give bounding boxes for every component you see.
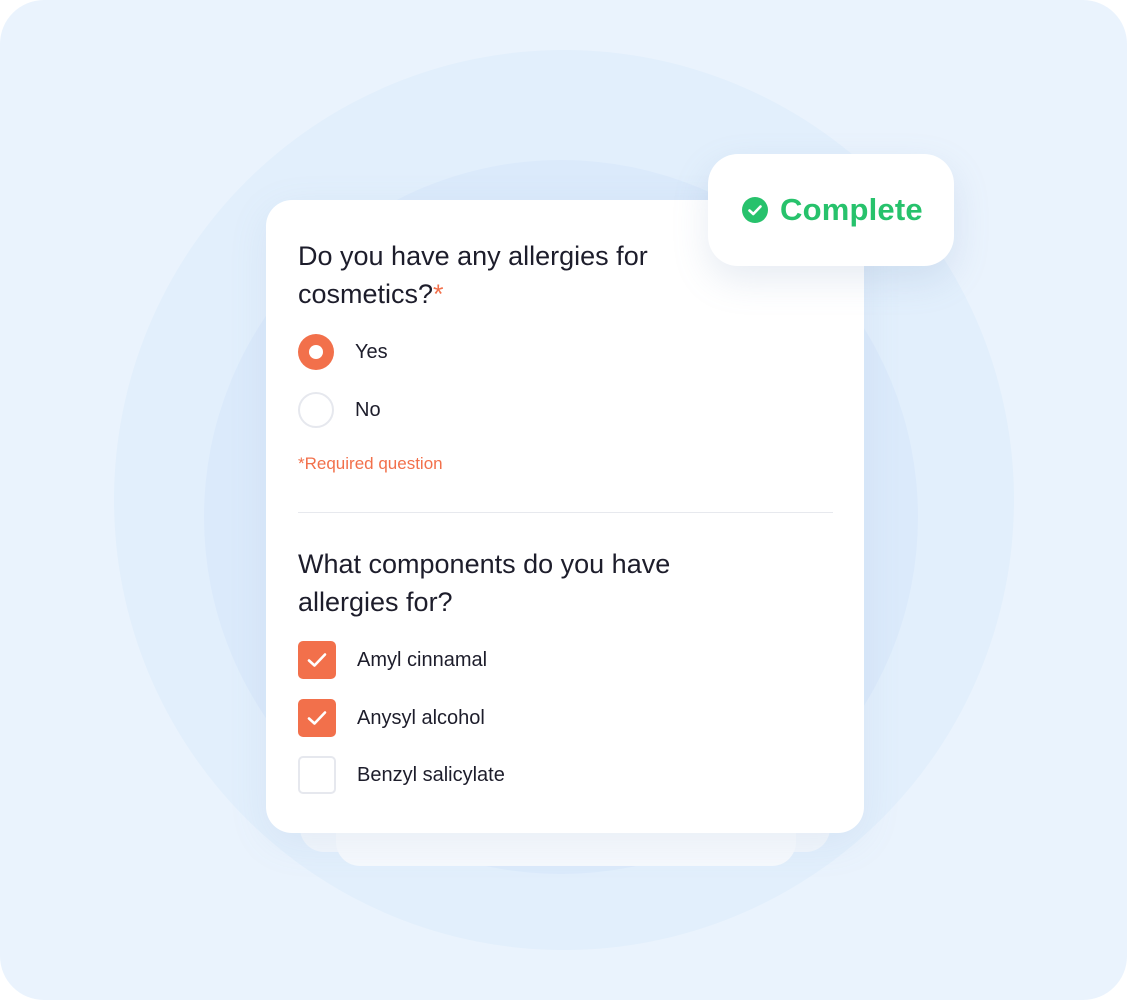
status-badge: Complete: [708, 154, 954, 266]
checkmark-icon: [307, 653, 327, 667]
question-2-title: What components do you have allergies fo…: [298, 549, 671, 617]
option-label: Benzyl salicylate: [357, 763, 505, 786]
radio-option-no[interactable]: No: [298, 391, 381, 429]
option-label: No: [355, 398, 381, 421]
option-label: Anysyl alcohol: [357, 706, 485, 729]
checkbox-checked[interactable]: [298, 641, 336, 679]
required-asterisk: *: [433, 279, 444, 309]
checkbox-option-anysyl-alcohol[interactable]: Anysyl alcohol: [298, 699, 485, 737]
background-panel: Do you have any allergies for cosmetics?…: [0, 0, 1127, 1000]
survey-card: Do you have any allergies for cosmetics?…: [266, 200, 864, 833]
checkbox-checked[interactable]: [298, 699, 336, 737]
radio-button-checked[interactable]: [298, 334, 334, 370]
section-divider: [298, 512, 833, 513]
radio-option-yes[interactable]: Yes: [298, 333, 388, 371]
checkbox-option-benzyl-salicylate[interactable]: Benzyl salicylate: [298, 756, 505, 794]
required-question-note: *Required question: [298, 454, 443, 473]
check-circle-icon: [742, 197, 768, 223]
checkmark-icon: [307, 711, 327, 725]
question-1-title: Do you have any allergies for cosmetics?…: [298, 237, 738, 313]
question-1-text: Do you have any allergies for cosmetics?: [298, 241, 648, 309]
radio-button-unchecked[interactable]: [298, 392, 334, 428]
checkbox-unchecked[interactable]: [298, 756, 336, 794]
status-badge-label: Complete: [780, 192, 923, 227]
checkbox-option-amyl-cinnamal[interactable]: Amyl cinnamal: [298, 641, 487, 679]
option-label: Yes: [355, 340, 388, 363]
option-label: Amyl cinnamal: [357, 648, 488, 671]
